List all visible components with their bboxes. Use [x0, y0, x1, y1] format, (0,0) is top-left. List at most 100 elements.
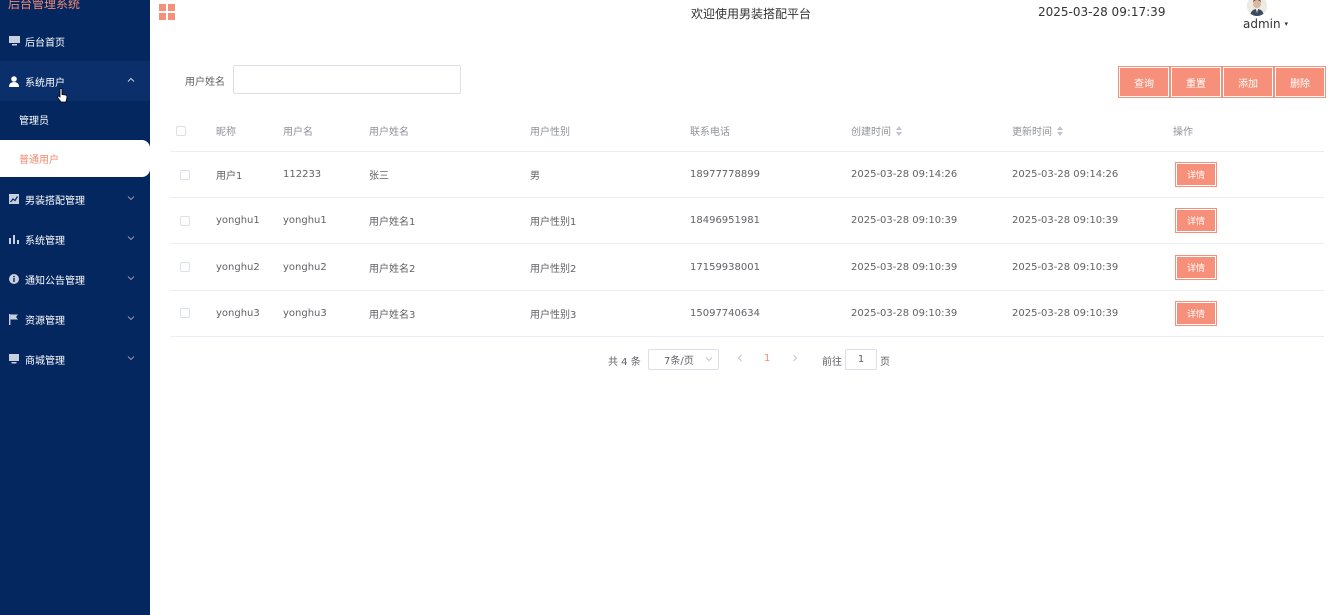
cell-created: 2025-03-28 09:10:39	[851, 215, 958, 227]
page-number-current[interactable]: 1	[764, 353, 770, 364]
sidebar-subitem-normal-users[interactable]: 普通用户	[0, 140, 150, 177]
sort-icon[interactable]	[1057, 125, 1063, 136]
cell-updated: 2025-03-28 09:10:39	[1012, 215, 1119, 227]
cell-created: 2025-03-28 09:10:39	[851, 307, 958, 319]
cell-gender: 用户性别1	[530, 217, 577, 229]
user-name: admin	[1243, 17, 1281, 31]
bar-chart-icon	[8, 233, 20, 245]
cell-gender: 用户性别2	[530, 263, 577, 275]
column-header-actions: 操作	[1173, 127, 1193, 138]
cell-actions: 详情	[1175, 245, 1217, 290]
column-header-updated[interactable]: 更新时间	[1012, 110, 1063, 151]
column-header-label: 更新时间	[1012, 127, 1052, 138]
reset-button[interactable]: 重置	[1170, 66, 1222, 98]
column-header-nickname: 昵称	[216, 127, 236, 138]
sidebar-item-label: 男装搭配管理	[25, 195, 85, 207]
sidebar-subitem-admin[interactable]: 管理员	[0, 101, 150, 138]
detail-button[interactable]: 详情	[1175, 300, 1217, 326]
delete-button[interactable]: 删除	[1274, 66, 1326, 98]
chevron-up-icon	[126, 75, 136, 85]
user-menu[interactable]: admin ▾	[1243, 17, 1288, 31]
cell-actions: 详情	[1175, 198, 1217, 243]
app-title: 后台管理系统	[8, 0, 81, 11]
row-checkbox[interactable]	[180, 198, 190, 243]
cell-realname: 用户姓名1	[369, 217, 416, 229]
cell-updated: 2025-03-28 09:10:39	[1012, 307, 1119, 319]
select-all-checkbox[interactable]	[176, 110, 186, 151]
monitor-icon	[8, 35, 20, 47]
chevron-down-icon	[705, 355, 713, 363]
cell-phone: 18977778899	[690, 169, 760, 180]
table-row: yonghu1 yonghu1 用户姓名1 用户性别1 18496951981 2025-…	[170, 198, 1324, 245]
sidebar-item-label: 普通用户	[19, 155, 59, 166]
cell-phone: 15097740634	[690, 307, 760, 319]
avatar[interactable]	[1247, 0, 1267, 16]
sort-icon[interactable]	[896, 125, 902, 136]
cell-actions: 详情	[1175, 291, 1217, 336]
add-button[interactable]: 添加	[1222, 66, 1274, 98]
cell-actions: 详情	[1175, 152, 1217, 197]
sidebar-item-home[interactable]: 后台首页	[0, 21, 150, 61]
flag-icon	[8, 313, 20, 325]
sidebar-item-system-users[interactable]: 系统用户	[0, 61, 150, 103]
header: 欢迎使用男装搭配平台 2025-03-28 09:17:39 admin ▾	[150, 0, 1339, 31]
column-header-phone: 联系电话	[690, 127, 730, 138]
goto-page-input[interactable]: 1	[845, 349, 877, 370]
cell-realname: 用户姓名3	[369, 309, 416, 321]
chevron-down-icon	[126, 193, 136, 203]
row-checkbox[interactable]	[180, 245, 190, 290]
prev-page-icon[interactable]	[736, 352, 744, 364]
sidebar-item-label: 系统管理	[25, 235, 65, 247]
column-header-username: 用户名	[283, 127, 313, 138]
query-button[interactable]: 查询	[1118, 66, 1170, 98]
cell-phone: 18496951981	[690, 215, 760, 227]
grid-menu-icon[interactable]	[159, 4, 175, 20]
cell-created: 2025-03-28 09:10:39	[851, 261, 958, 273]
cell-updated: 2025-03-28 09:10:39	[1012, 261, 1119, 273]
cell-username: yonghu2	[283, 261, 327, 273]
info-icon	[8, 273, 20, 285]
sidebar-item-label: 通知公告管理	[25, 275, 85, 287]
cell-created: 2025-03-28 09:14:26	[851, 169, 958, 180]
chevron-down-icon	[126, 273, 136, 283]
row-checkbox[interactable]	[180, 152, 190, 197]
welcome-text: 欢迎使用男装搭配平台	[691, 7, 812, 21]
cell-nickname: yonghu3	[216, 307, 260, 319]
sidebar-item-outfit-management[interactable]: 男装搭配管理	[0, 179, 150, 219]
cell-nickname: yonghu1	[216, 215, 260, 227]
row-checkbox[interactable]	[180, 291, 190, 336]
pagination-total: 共 4 条	[608, 357, 641, 368]
detail-button[interactable]: 详情	[1175, 208, 1217, 234]
cell-gender: 男	[530, 171, 540, 182]
cell-realname: 张三	[369, 171, 389, 182]
table-row: 用户1 112233 张三 男 18977778899 2025-03-28 09:14:…	[170, 152, 1324, 198]
sidebar: 后台管理系统 后台首页 系统用户 管理员 普通用户 男装搭配管理 系统管理 通知…	[0, 0, 150, 615]
column-header-realname: 用户姓名	[369, 127, 409, 138]
search-input[interactable]	[233, 65, 461, 94]
cell-username: 112233	[283, 169, 322, 180]
sidebar-item-label: 后台首页	[25, 37, 65, 49]
detail-button[interactable]: 详情	[1175, 254, 1217, 280]
chevron-down-icon	[126, 233, 136, 243]
cell-updated: 2025-03-28 09:14:26	[1012, 169, 1119, 180]
detail-button[interactable]: 详情	[1175, 162, 1217, 187]
page-size-select[interactable]: 7条/页	[648, 349, 719, 370]
caret-down-icon: ▾	[1284, 20, 1288, 28]
cell-realname: 用户姓名2	[369, 263, 416, 275]
sidebar-item-resource-management[interactable]: 资源管理	[0, 299, 150, 339]
search-label: 用户姓名	[185, 77, 225, 88]
cell-username: yonghu1	[283, 215, 327, 227]
table-header: 昵称 用户名 用户姓名 用户性别 联系电话 创建时间 更新时间 操作	[170, 110, 1324, 152]
goto-label: 前往	[822, 357, 842, 368]
table-row: yonghu3 yonghu3 用户姓名3 用户性别3 15097740634 2025-…	[170, 291, 1324, 337]
user-icon	[8, 75, 20, 87]
page-size-value: 7条/页	[664, 356, 694, 367]
next-page-icon[interactable]	[791, 352, 799, 364]
clock-text: 2025-03-28 09:17:39	[1038, 5, 1166, 19]
column-header-created[interactable]: 创建时间	[851, 110, 902, 151]
sidebar-item-notice-management[interactable]: 通知公告管理	[0, 259, 150, 299]
sidebar-item-label: 资源管理	[25, 315, 65, 327]
chevron-down-icon	[126, 313, 136, 323]
pagination: 共 4 条 7条/页 1 前往 1 页	[0, 349, 1339, 370]
sidebar-item-system-management[interactable]: 系统管理	[0, 219, 150, 259]
